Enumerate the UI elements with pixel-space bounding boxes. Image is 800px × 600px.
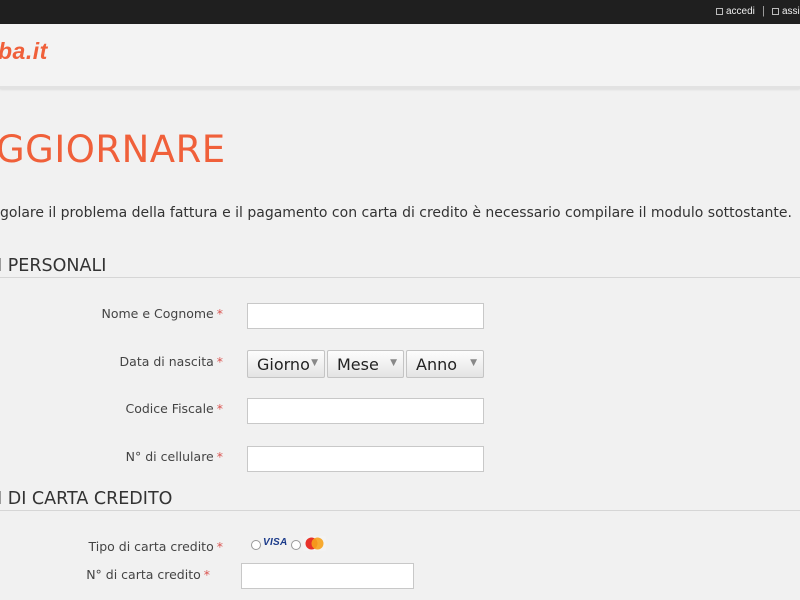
- required-mark: *: [216, 401, 223, 416]
- month-select-value: Mese: [337, 354, 379, 374]
- login-link[interactable]: accedi: [716, 6, 755, 17]
- required-mark: *: [216, 539, 223, 554]
- dob-label: Data di nascita *: [119, 354, 223, 369]
- help-link[interactable]: assis: [772, 6, 800, 17]
- mastercard-logo-icon: [303, 536, 326, 551]
- required-mark: *: [216, 354, 223, 369]
- card-type-label: Tipo di carta credito *: [88, 539, 223, 554]
- year-select-value: Anno: [416, 354, 458, 374]
- page-title: GGIORNARE: [0, 128, 226, 171]
- section-title-personal: I PERSONALI: [0, 256, 107, 276]
- chevron-down-icon: ▼: [470, 358, 477, 368]
- required-mark: *: [216, 449, 223, 464]
- section-title-card: I DI CARTA CREDITO: [0, 489, 173, 509]
- help-icon: [772, 8, 779, 15]
- mastercard-radio[interactable]: [291, 540, 301, 550]
- card-number-input[interactable]: [241, 563, 414, 589]
- tax-code-label: Codice Fiscale *: [125, 401, 223, 416]
- help-link-label: assis: [782, 6, 800, 17]
- chevron-down-icon: ▼: [311, 358, 318, 368]
- intro-text: golare il problema della fattura e il pa…: [0, 205, 792, 221]
- site-logo[interactable]: ba.it: [0, 38, 48, 65]
- required-mark: *: [203, 567, 210, 582]
- site-header: ba.it: [0, 24, 800, 89]
- card-number-label: N° di carta credito *: [86, 567, 210, 582]
- login-link-label: accedi: [726, 6, 755, 17]
- visa-logo: VISA: [263, 537, 288, 548]
- tax-code-input[interactable]: [247, 398, 484, 424]
- visa-radio[interactable]: [251, 540, 261, 550]
- required-mark: *: [216, 306, 223, 321]
- mobile-input[interactable]: [247, 446, 484, 472]
- day-select[interactable]: Giorno ▼: [247, 350, 325, 378]
- top-bar: accedi | assis: [0, 0, 800, 24]
- day-select-value: Giorno: [257, 354, 310, 374]
- year-select[interactable]: Anno ▼: [406, 350, 484, 378]
- chevron-down-icon: ▼: [390, 358, 397, 368]
- section-divider: [0, 277, 800, 278]
- name-label: Nome e Cognome *: [101, 306, 224, 321]
- section-divider: [0, 510, 800, 511]
- month-select[interactable]: Mese ▼: [327, 350, 404, 378]
- user-icon: [716, 8, 723, 15]
- topbar-separator: |: [762, 5, 765, 17]
- mobile-label: N° di cellulare *: [125, 449, 223, 464]
- name-input[interactable]: [247, 303, 484, 329]
